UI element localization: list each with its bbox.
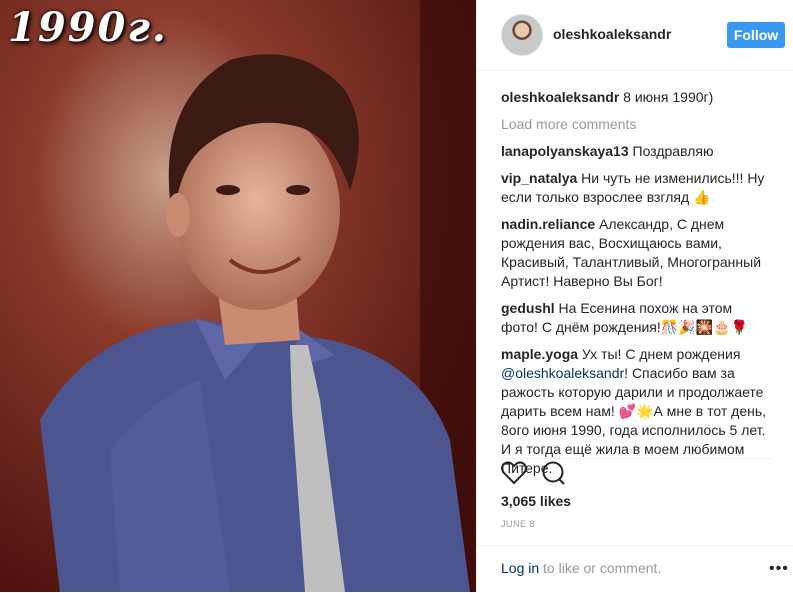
comment-username[interactable]: lanapolyanskaya13	[501, 143, 629, 159]
heart-icon[interactable]	[501, 461, 527, 490]
comment-username[interactable]: maple.yoga	[501, 346, 578, 362]
comments-list: oleshkoaleksandr 8 июня 1990г) Load more…	[501, 88, 771, 486]
post-side-panel: oleshkoaleksandr Follow oleshkoaleksandr…	[476, 0, 793, 592]
avatar[interactable]	[501, 14, 543, 56]
login-text: to like or comment.	[539, 560, 662, 576]
list-item: nadin.reliance Александр, С днем рождени…	[501, 215, 771, 291]
comment-icon[interactable]	[541, 461, 567, 490]
comment-text: Поздравляю	[628, 143, 714, 159]
post-footer: Log in to like or comment. •••	[477, 545, 793, 593]
photo-illustration	[0, 0, 476, 592]
list-item: gedushl На Есенина похож на этом фото! С…	[501, 299, 771, 337]
list-item: vip_natalya Ни чуть не изменились!!! Ну …	[501, 169, 771, 207]
post-caption: oleshkoaleksandr 8 июня 1990г)	[501, 88, 771, 107]
list-item: lanapolyanskaya13 Поздравляю	[501, 142, 771, 161]
post-photo[interactable]: 1990г.	[0, 0, 476, 592]
comment-text: Ух ты! С днем рождения	[578, 346, 741, 362]
post-username[interactable]: oleshkoaleksandr	[553, 26, 671, 42]
post-actions	[501, 458, 771, 487]
caption-text: 8 июня 1990г)	[619, 89, 714, 105]
more-icon[interactable]: •••	[769, 560, 789, 578]
comment-username[interactable]: nadin.reliance	[501, 216, 595, 232]
login-prompt: Log in to like or comment.	[501, 560, 661, 576]
photo-year-caption: 1990г.	[8, 4, 168, 51]
login-link[interactable]: Log in	[501, 560, 539, 576]
comment-username[interactable]: gedushl	[501, 300, 555, 316]
likes-count[interactable]: 3,065 likes	[501, 493, 571, 509]
load-more-comments[interactable]: Load more comments	[501, 115, 771, 134]
post-date: JUNE 8	[501, 519, 536, 529]
follow-button[interactable]: Follow	[727, 22, 785, 48]
comment-username[interactable]: vip_natalya	[501, 170, 577, 186]
comment-mention[interactable]: @oleshkoaleksandr	[501, 365, 624, 381]
caption-username[interactable]: oleshkoaleksandr	[501, 89, 619, 105]
post-header: oleshkoaleksandr Follow	[477, 0, 793, 71]
